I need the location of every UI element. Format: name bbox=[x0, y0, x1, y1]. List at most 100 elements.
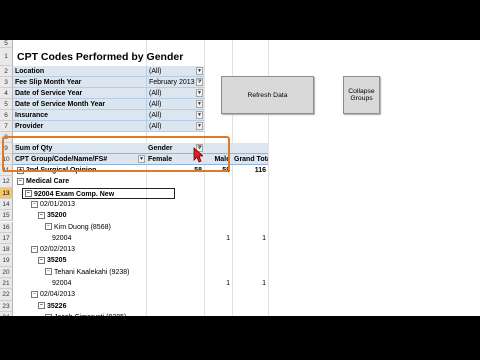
refresh-data-button[interactable]: Refresh Data bbox=[221, 76, 314, 114]
row-header[interactable]: 4 bbox=[0, 88, 13, 99]
value-female bbox=[146, 222, 204, 233]
row-label-text: Jacob Cimarusti (9285) bbox=[54, 314, 126, 316]
pivot-row-label[interactable]: − Tehani Kaalekahi (9238) bbox=[43, 267, 146, 278]
value-male bbox=[204, 312, 232, 316]
row-header[interactable]: 13 bbox=[0, 187, 13, 199]
value-grand bbox=[232, 210, 268, 221]
filter-value: (All) bbox=[149, 68, 162, 75]
filter-provider[interactable]: (All) ▼ bbox=[146, 121, 204, 132]
collapse-icon[interactable]: − bbox=[45, 223, 52, 231]
filter-location[interactable]: (All) ▼ bbox=[146, 66, 204, 77]
row-label-text: 92004 bbox=[52, 280, 72, 287]
pivot-row-label[interactable]: −35226 bbox=[36, 301, 146, 312]
row-header[interactable]: 5 bbox=[0, 99, 13, 110]
filter-insurance[interactable]: (All) ▼ bbox=[146, 110, 204, 121]
row-header[interactable]: 19 bbox=[0, 255, 13, 267]
value-female bbox=[146, 278, 204, 289]
chevron-down-icon[interactable]: ▼ bbox=[196, 89, 203, 97]
value-grand: 1 bbox=[262, 234, 266, 242]
filter-label-location: Location bbox=[13, 66, 146, 77]
value-grand bbox=[232, 188, 268, 199]
row-label-text: Medical Care bbox=[26, 178, 70, 186]
row-header[interactable]: 21 bbox=[0, 278, 13, 290]
collapse-label-line2: Groups bbox=[350, 95, 373, 102]
value-female bbox=[146, 233, 204, 244]
filter-label-insurance: Insurance bbox=[13, 110, 146, 121]
row-header[interactable]: 18 bbox=[0, 244, 13, 256]
filter-value: (All) bbox=[149, 123, 162, 130]
filter-label-dos-year: Date of Service Year bbox=[13, 88, 146, 99]
collapse-icon[interactable]: − bbox=[38, 302, 45, 310]
collapse-icon[interactable]: − bbox=[45, 313, 52, 316]
pivot-row-label[interactable]: −02/01/2013 bbox=[29, 199, 146, 210]
filter-icon[interactable]: ⧩ bbox=[196, 78, 203, 86]
row-header[interactable]: 22 bbox=[0, 289, 13, 301]
row-label-text: Kim Duong (8568) bbox=[54, 223, 111, 231]
collapse-icon[interactable]: − bbox=[45, 268, 52, 276]
value-female bbox=[146, 244, 204, 255]
row-header[interactable]: 20 bbox=[0, 266, 13, 278]
row-header[interactable]: 12 bbox=[0, 176, 13, 188]
pivot-row-label[interactable]: −02/02/2013 bbox=[29, 244, 146, 255]
row-header[interactable]: 7 bbox=[0, 121, 13, 132]
value-female bbox=[146, 188, 204, 199]
value-male bbox=[204, 222, 232, 233]
chevron-down-icon[interactable]: ▼ bbox=[196, 111, 203, 119]
collapse-icon[interactable]: − bbox=[38, 257, 45, 265]
row-header[interactable]: 3 bbox=[0, 77, 13, 88]
row-label-text: 02/04/2013 bbox=[40, 291, 76, 299]
value-female bbox=[146, 301, 204, 312]
chevron-down-icon[interactable]: ▼ bbox=[196, 122, 203, 130]
filter-dos-year[interactable]: (All) ▼ bbox=[146, 88, 204, 99]
row-header[interactable]: 14 bbox=[0, 198, 13, 211]
filter-dos-month[interactable]: (All) ▼ bbox=[146, 99, 204, 110]
row-header[interactable]: 5 bbox=[0, 40, 13, 48]
filter-value: (All) bbox=[149, 101, 162, 108]
filter-label-dos-month: Date of Service Month Year bbox=[13, 99, 146, 110]
pivot-row-label[interactable]: −Jacob Cimarusti (9285) bbox=[43, 312, 146, 316]
row-header[interactable]: 6 bbox=[0, 110, 13, 121]
collapse-icon[interactable]: − bbox=[31, 200, 38, 208]
row-header[interactable]: 16 bbox=[0, 221, 13, 233]
row-header[interactable]: 15 bbox=[0, 210, 13, 222]
spreadsheet-area[interactable]: 5 1 CPT Codes Performed by Gender 2 Loca… bbox=[0, 40, 480, 316]
pivot-row-label[interactable]: −02/04/2013 bbox=[29, 289, 146, 300]
collapse-icon[interactable]: − bbox=[25, 190, 32, 198]
pivot-row-label[interactable]: 92004 bbox=[50, 278, 146, 289]
row-label-text: 02/02/2013 bbox=[40, 246, 76, 254]
value-grand bbox=[232, 267, 268, 278]
collapse-groups-button[interactable]: Collapse Groups bbox=[343, 76, 380, 114]
row-header[interactable]: 17 bbox=[0, 232, 13, 245]
value-male bbox=[204, 301, 232, 312]
value-grand bbox=[232, 255, 268, 266]
row-header[interactable]: 23 bbox=[0, 300, 13, 312]
pivot-row-label[interactable]: − Medical Care bbox=[15, 176, 146, 187]
filter-fee-slip[interactable]: February 2013 ⧩ bbox=[146, 77, 204, 88]
value-male bbox=[204, 244, 232, 255]
pivot-row-label[interactable]: −35205 bbox=[36, 255, 146, 266]
row-label-text: 92004 bbox=[52, 234, 72, 242]
value-female bbox=[146, 312, 204, 316]
row-header[interactable]: 24 bbox=[0, 311, 13, 316]
collapse-icon[interactable]: − bbox=[38, 211, 45, 219]
chevron-down-icon[interactable]: ▼ bbox=[196, 100, 203, 108]
value-female bbox=[146, 199, 204, 210]
row-header[interactable]: 1 bbox=[0, 48, 13, 66]
collapse-icon[interactable]: − bbox=[17, 177, 24, 185]
value-grand bbox=[232, 222, 268, 233]
value-male bbox=[204, 267, 232, 278]
pivot-row-label[interactable]: 92004 bbox=[50, 233, 146, 244]
collapse-icon[interactable]: − bbox=[31, 290, 38, 298]
value-female bbox=[146, 267, 204, 278]
row-header[interactable]: 2 bbox=[0, 66, 13, 77]
row-label-text: 02/01/2013 bbox=[40, 200, 76, 208]
row-label-text: 35226 bbox=[47, 302, 67, 310]
value-male bbox=[204, 255, 232, 266]
value-male bbox=[204, 199, 232, 210]
collapse-icon[interactable]: − bbox=[31, 245, 38, 253]
chevron-down-icon[interactable]: ▼ bbox=[196, 67, 203, 75]
pivot-row-label[interactable]: −35200 bbox=[36, 210, 146, 221]
value-grand bbox=[232, 301, 268, 312]
page-title: CPT Codes Performed by Gender bbox=[17, 51, 184, 63]
pivot-row-label[interactable]: − Kim Duong (8568) bbox=[43, 222, 146, 233]
